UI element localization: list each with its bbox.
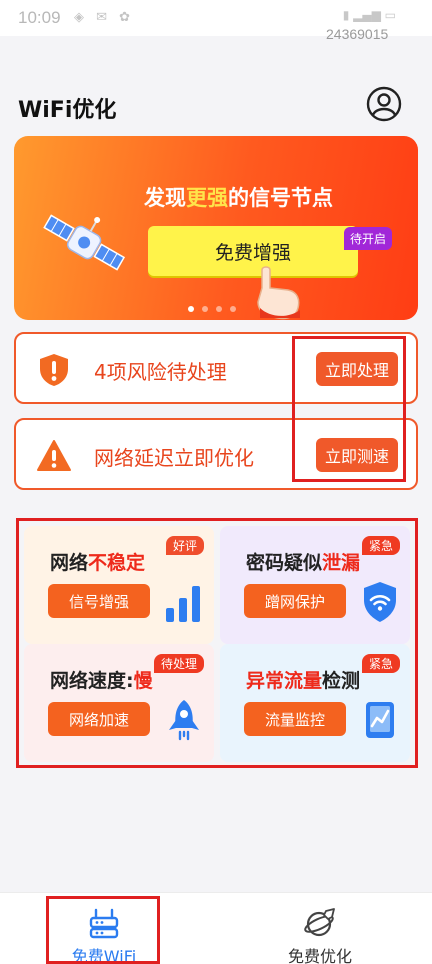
pointing-hand-icon xyxy=(257,266,300,320)
tab-highlight-box xyxy=(46,896,160,964)
banner-headline: 发现更强的信号节点 xyxy=(144,182,333,212)
feature-grid-highlight xyxy=(16,518,418,768)
highlight-box xyxy=(292,336,406,482)
carousel-dots[interactable] xyxy=(188,306,236,312)
latency-alert-text: 网络延迟立即优化 xyxy=(94,446,254,470)
carousel-dot[interactable] xyxy=(230,306,236,312)
warning-triangle-icon xyxy=(37,440,71,471)
headline-highlight: 更强 xyxy=(186,186,228,210)
carousel-dot[interactable] xyxy=(202,306,208,312)
planet-rocket-icon xyxy=(304,908,335,937)
page-title: WiFi优化 xyxy=(18,98,117,123)
promo-banner[interactable]: 发现更强的信号节点 免费增强 待开启 xyxy=(14,136,418,320)
headline-part: 发现 xyxy=(144,186,186,210)
headline-part: 的信号节点 xyxy=(228,186,333,210)
carousel-dot[interactable] xyxy=(188,306,194,312)
user-circle-icon[interactable] xyxy=(366,86,402,122)
shield-exclamation-icon xyxy=(40,354,68,386)
satellite-icon xyxy=(43,214,126,271)
carousel-dot[interactable] xyxy=(216,306,222,312)
app-header: WiFi优化 xyxy=(0,0,432,136)
risk-alert-text: 4项风险待处理 xyxy=(94,360,227,384)
tab-free-optimize[interactable]: 免费优化 xyxy=(250,899,390,964)
tab-label: 免费优化 xyxy=(287,947,352,964)
pending-badge: 待开启 xyxy=(344,227,393,250)
